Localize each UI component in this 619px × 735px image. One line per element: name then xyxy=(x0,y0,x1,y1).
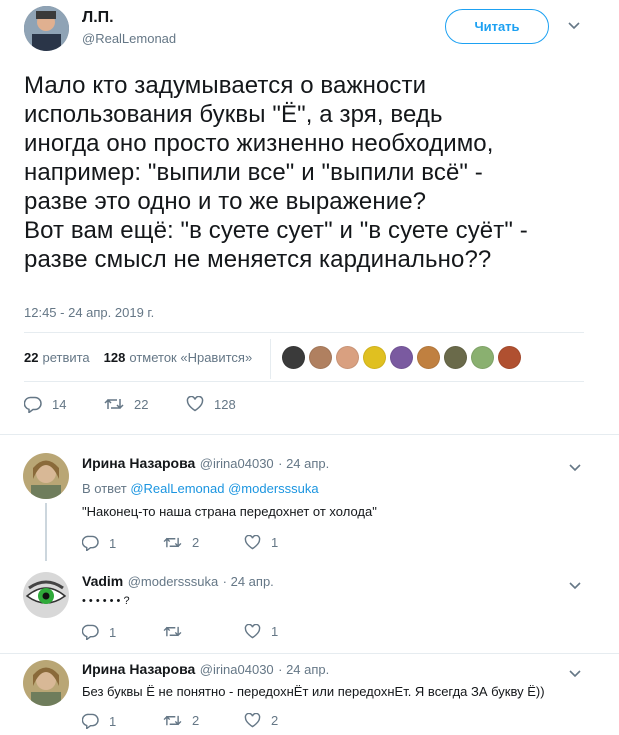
divider xyxy=(24,381,584,382)
reply-action[interactable]: 14 xyxy=(24,396,66,413)
retweet-action[interactable]: 2 xyxy=(163,713,199,728)
reply-avatar[interactable] xyxy=(23,453,69,499)
heart-icon xyxy=(244,535,261,550)
reply-count: 14 xyxy=(52,397,67,412)
like-count: 1 xyxy=(271,535,279,550)
retweet-action[interactable]: 2 xyxy=(163,535,199,550)
retweet-action[interactable] xyxy=(163,624,192,639)
thread-line xyxy=(45,503,47,561)
reply-header: Ирина Назарова @irina04030 · 24 апр. xyxy=(82,661,329,679)
reply-author-handle[interactable]: @irina04030 xyxy=(200,662,274,677)
likes-count[interactable]: 128 xyxy=(104,350,126,365)
reply-context: В ответ @RealLemonad @modersssuka xyxy=(82,481,319,496)
stats-separator xyxy=(270,339,271,379)
reply-action[interactable]: 1 xyxy=(82,535,116,551)
like-action[interactable]: 128 xyxy=(186,396,236,412)
liker-avatar[interactable] xyxy=(309,346,332,369)
mention-link[interactable]: @RealLemonad xyxy=(130,481,224,496)
divider xyxy=(0,653,619,654)
chevron-down-icon[interactable] xyxy=(569,459,581,475)
reply-date[interactable]: · 24 апр. xyxy=(278,456,329,471)
reply-date[interactable]: · 24 апр. xyxy=(223,574,274,589)
retweets-count[interactable]: 22 xyxy=(24,350,38,365)
reply-icon xyxy=(82,624,99,640)
reply-avatar[interactable] xyxy=(23,572,69,618)
likers-avatars[interactable] xyxy=(282,346,521,369)
retweet-count: 2 xyxy=(192,535,200,550)
mention-link[interactable]: @modersssuka xyxy=(228,481,319,496)
heart-icon xyxy=(244,713,261,728)
like-count: 1 xyxy=(271,624,279,639)
author-name[interactable]: Л.П. xyxy=(82,9,114,27)
retweet-icon xyxy=(104,398,124,410)
tweet-stats: 22 ретвита 128 отметок «Нравится» xyxy=(24,347,252,367)
retweet-action[interactable]: 22 xyxy=(104,396,148,412)
retweets-label[interactable]: ретвита xyxy=(42,350,89,365)
reply-count: 1 xyxy=(109,624,117,640)
reply-count: 1 xyxy=(109,713,117,729)
reply-count: 1 xyxy=(109,535,117,551)
reply-avatar[interactable] xyxy=(23,660,69,706)
like-count: 128 xyxy=(214,396,236,412)
reply-text: Без буквы Ё не понятно - передохнЁт или … xyxy=(82,684,545,699)
like-action[interactable]: 2 xyxy=(244,713,278,728)
liker-avatar[interactable] xyxy=(471,346,494,369)
divider xyxy=(24,332,584,333)
liker-avatar[interactable] xyxy=(390,346,413,369)
heart-icon xyxy=(244,624,261,639)
retweet-icon xyxy=(163,715,182,726)
liker-avatar[interactable] xyxy=(417,346,440,369)
tweet-timestamp[interactable]: 12:45 - 24 апр. 2019 г. xyxy=(24,305,154,320)
author-avatar[interactable] xyxy=(24,6,69,51)
retweet-icon xyxy=(163,626,182,637)
liker-avatar[interactable] xyxy=(498,346,521,369)
reply-icon xyxy=(82,713,99,729)
reply-icon xyxy=(82,535,99,551)
heart-icon xyxy=(186,396,204,412)
liker-avatar[interactable] xyxy=(336,346,359,369)
liker-avatar[interactable] xyxy=(282,346,305,369)
chevron-down-icon[interactable] xyxy=(568,17,580,33)
reply-author-name[interactable]: Vadim xyxy=(82,573,123,589)
retweet-count: 22 xyxy=(134,396,149,412)
tweet-text: Мало кто задумывается о важности использ… xyxy=(24,72,528,273)
reply-text: "Наконец-то наша страна передохнет от хо… xyxy=(82,504,377,519)
reply-date[interactable]: · 24 апр. xyxy=(278,662,329,677)
section-divider xyxy=(0,434,619,442)
chevron-down-icon[interactable] xyxy=(569,665,581,681)
liker-avatar[interactable] xyxy=(444,346,467,369)
chevron-down-icon[interactable] xyxy=(569,577,581,593)
reply-action[interactable]: 1 xyxy=(82,713,116,729)
reply-icon xyxy=(24,396,42,413)
retweet-icon xyxy=(163,537,182,548)
reply-header: Vadim @modersssuka · 24 апр. xyxy=(82,573,274,591)
reply-author-handle[interactable]: @irina04030 xyxy=(200,456,274,471)
reply-prefix: В ответ xyxy=(82,481,127,496)
follow-button[interactable]: Читать xyxy=(445,9,549,44)
reply-author-name[interactable]: Ирина Назарова xyxy=(82,455,195,471)
reply-text: • • • • • • ? xyxy=(82,595,130,607)
retweet-count: 2 xyxy=(192,713,200,728)
like-action[interactable]: 1 xyxy=(244,535,278,550)
likes-label[interactable]: отметок «Нравится» xyxy=(129,350,252,365)
like-count: 2 xyxy=(271,713,279,728)
reply-action[interactable]: 1 xyxy=(82,624,116,640)
reply-author-handle[interactable]: @modersssuka xyxy=(128,574,219,589)
author-handle[interactable]: @RealLemonad xyxy=(82,31,176,46)
like-action[interactable]: 1 xyxy=(244,624,278,639)
reply-author-name[interactable]: Ирина Назарова xyxy=(82,661,195,677)
liker-avatar[interactable] xyxy=(363,346,386,369)
reply-header: Ирина Назарова @irina04030 · 24 апр. xyxy=(82,455,329,473)
